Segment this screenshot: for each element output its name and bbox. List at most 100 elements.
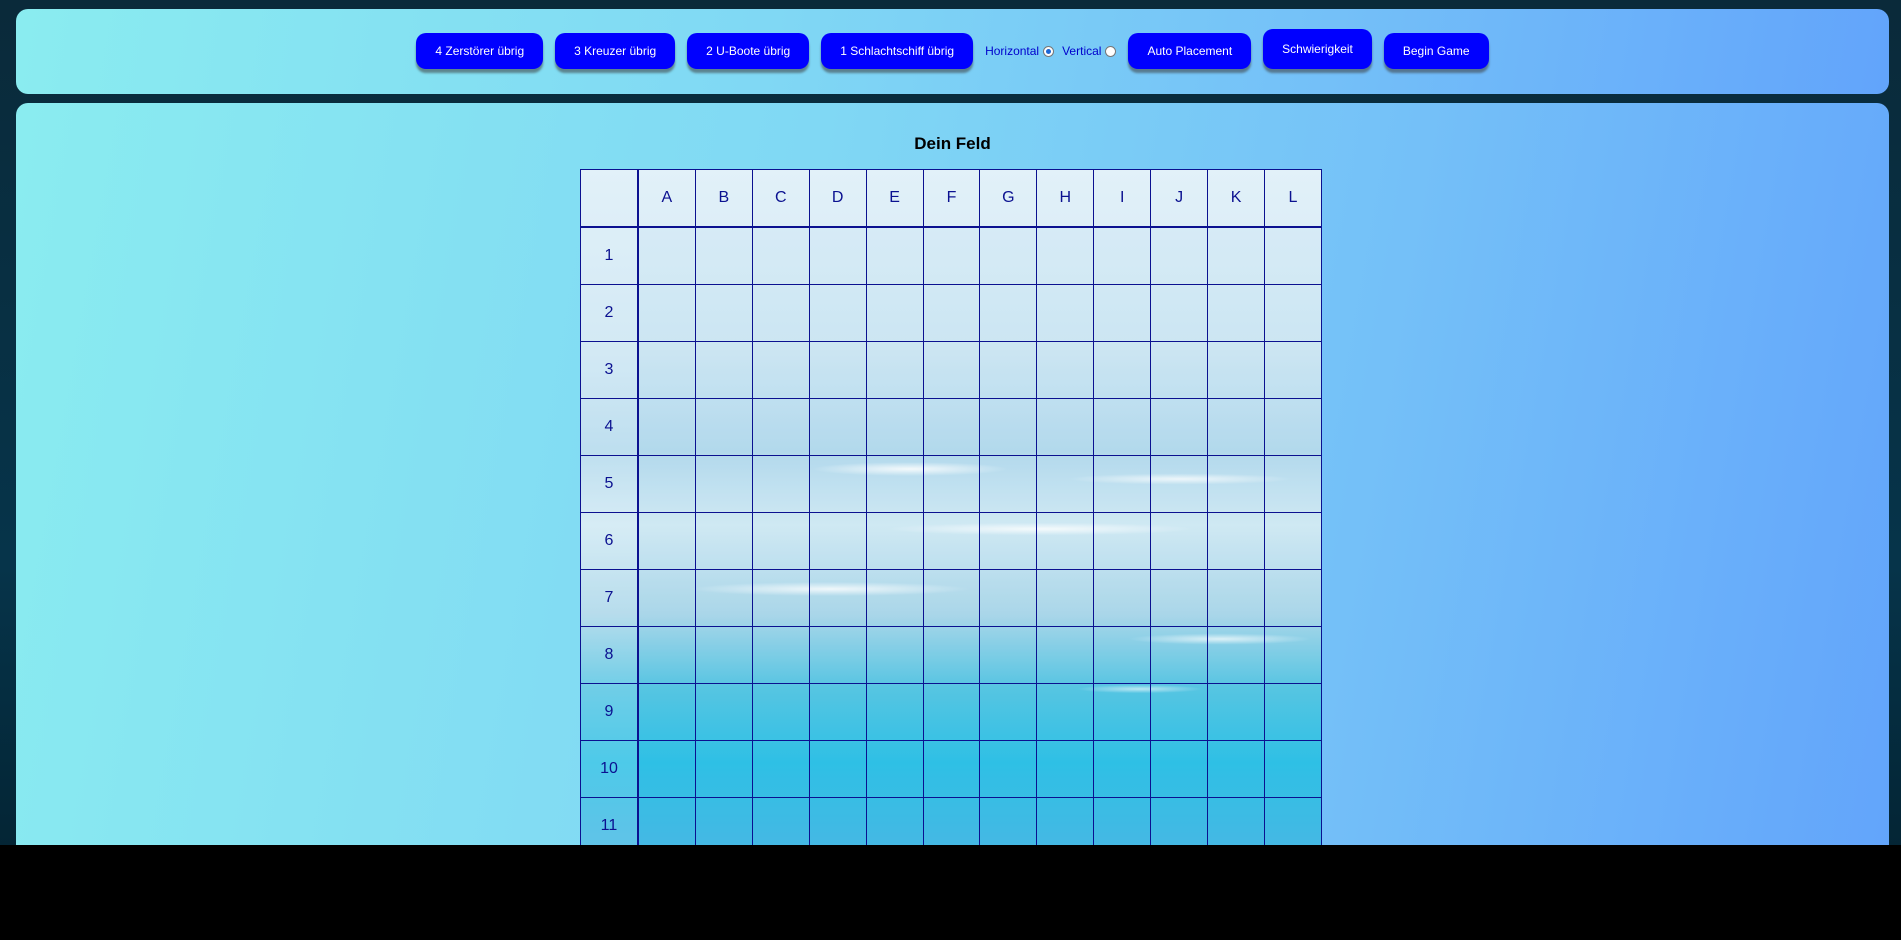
grid-cell[interactable]: [1150, 512, 1209, 570]
grid-cell[interactable]: [1093, 455, 1152, 513]
grid-cell[interactable]: [1093, 284, 1152, 342]
submarines-remaining-button[interactable]: 2 U-Boote übrig: [687, 33, 810, 69]
grid-cell[interactable]: [979, 740, 1038, 798]
grid-cell[interactable]: [922, 626, 981, 684]
grid-cell[interactable]: [979, 341, 1038, 399]
grid-cell[interactable]: [637, 740, 696, 798]
grid-cell[interactable]: [1264, 226, 1322, 285]
grid-cell[interactable]: [637, 284, 696, 342]
grid-cell[interactable]: [808, 569, 867, 627]
grid-cell[interactable]: [808, 341, 867, 399]
grid-cell[interactable]: [751, 626, 810, 684]
grid-cell[interactable]: [751, 455, 810, 513]
grid-cell[interactable]: [1036, 740, 1095, 798]
grid-cell[interactable]: [865, 683, 924, 741]
grid-cell[interactable]: [1036, 512, 1095, 570]
grid-cell[interactable]: [922, 569, 981, 627]
grid-cell[interactable]: [979, 226, 1038, 285]
grid-cell[interactable]: [751, 683, 810, 741]
grid-cell[interactable]: [1207, 455, 1266, 513]
grid-cell[interactable]: [694, 569, 753, 627]
grid-cell[interactable]: [865, 455, 924, 513]
grid-cell[interactable]: [637, 226, 696, 285]
grid-cell[interactable]: [694, 512, 753, 570]
grid-cell[interactable]: [808, 740, 867, 798]
grid-cell[interactable]: [1207, 341, 1266, 399]
cruisers-remaining-button[interactable]: 3 Kreuzer übrig: [555, 33, 676, 69]
grid-cell[interactable]: [1150, 740, 1209, 798]
grid-cell[interactable]: [1036, 569, 1095, 627]
grid-cell[interactable]: [979, 284, 1038, 342]
grid-cell[interactable]: [694, 455, 753, 513]
grid-cell[interactable]: [865, 569, 924, 627]
grid-cell[interactable]: [1150, 284, 1209, 342]
grid-cell[interactable]: [808, 626, 867, 684]
grid-cell[interactable]: [808, 284, 867, 342]
grid-cell[interactable]: [922, 284, 981, 342]
grid-cell[interactable]: [865, 740, 924, 798]
grid-cell[interactable]: [1036, 455, 1095, 513]
grid-cell[interactable]: [1207, 512, 1266, 570]
grid-cell[interactable]: [1264, 341, 1322, 399]
grid-cell[interactable]: [1207, 226, 1266, 285]
destroyers-remaining-button[interactable]: 4 Zerstörer übrig: [416, 33, 544, 69]
grid-cell[interactable]: [922, 226, 981, 285]
grid-cell[interactable]: [1264, 569, 1322, 627]
grid-cell[interactable]: [694, 284, 753, 342]
grid-cell[interactable]: [637, 512, 696, 570]
grid-cell[interactable]: [1093, 740, 1152, 798]
grid-cell[interactable]: [922, 341, 981, 399]
grid-cell[interactable]: [1093, 626, 1152, 684]
auto-placement-button[interactable]: Auto Placement: [1128, 33, 1252, 69]
grid-cell[interactable]: [979, 455, 1038, 513]
grid-cell[interactable]: [751, 226, 810, 285]
grid-cell[interactable]: [1264, 626, 1322, 684]
grid-cell[interactable]: [1207, 569, 1266, 627]
grid-cell[interactable]: [751, 284, 810, 342]
grid-cell[interactable]: [1093, 512, 1152, 570]
grid-cell[interactable]: [1150, 455, 1209, 513]
grid-cell[interactable]: [808, 398, 867, 456]
grid-cell[interactable]: [979, 683, 1038, 741]
grid-cell[interactable]: [1264, 284, 1322, 342]
grid-cell[interactable]: [637, 683, 696, 741]
grid-cell[interactable]: [1207, 740, 1266, 798]
grid-cell[interactable]: [922, 512, 981, 570]
grid-cell[interactable]: [751, 512, 810, 570]
grid-cell[interactable]: [1150, 226, 1209, 285]
grid-cell[interactable]: [1150, 683, 1209, 741]
grid-cell[interactable]: [1036, 341, 1095, 399]
grid-cell[interactable]: [1150, 626, 1209, 684]
grid-cell[interactable]: [694, 341, 753, 399]
grid-cell[interactable]: [979, 512, 1038, 570]
difficulty-button[interactable]: Schwierigkeit: [1263, 29, 1372, 69]
grid-cell[interactable]: [637, 626, 696, 684]
grid-cell[interactable]: [979, 626, 1038, 684]
grid-cell[interactable]: [1264, 683, 1322, 741]
horizontal-radio[interactable]: [1043, 45, 1055, 57]
grid-cell[interactable]: [694, 626, 753, 684]
grid-cell[interactable]: [1036, 398, 1095, 456]
grid-cell[interactable]: [979, 569, 1038, 627]
grid-cell[interactable]: [922, 455, 981, 513]
grid-cell[interactable]: [865, 626, 924, 684]
grid-cell[interactable]: [1264, 398, 1322, 456]
grid-cell[interactable]: [694, 683, 753, 741]
grid-cell[interactable]: [808, 683, 867, 741]
grid-cell[interactable]: [1207, 398, 1266, 456]
grid-cell[interactable]: [1093, 226, 1152, 285]
grid-cell[interactable]: [637, 341, 696, 399]
grid-cell[interactable]: [637, 398, 696, 456]
grid-cell[interactable]: [694, 398, 753, 456]
grid-cell[interactable]: [922, 398, 981, 456]
grid-cell[interactable]: [751, 740, 810, 798]
grid-cell[interactable]: [751, 569, 810, 627]
grid-cell[interactable]: [1093, 341, 1152, 399]
grid-cell[interactable]: [1093, 398, 1152, 456]
grid-cell[interactable]: [1150, 398, 1209, 456]
grid-cell[interactable]: [865, 284, 924, 342]
grid-cell[interactable]: [1093, 683, 1152, 741]
grid-cell[interactable]: [1264, 740, 1322, 798]
grid-cell[interactable]: [865, 226, 924, 285]
grid-cell[interactable]: [1264, 512, 1322, 570]
